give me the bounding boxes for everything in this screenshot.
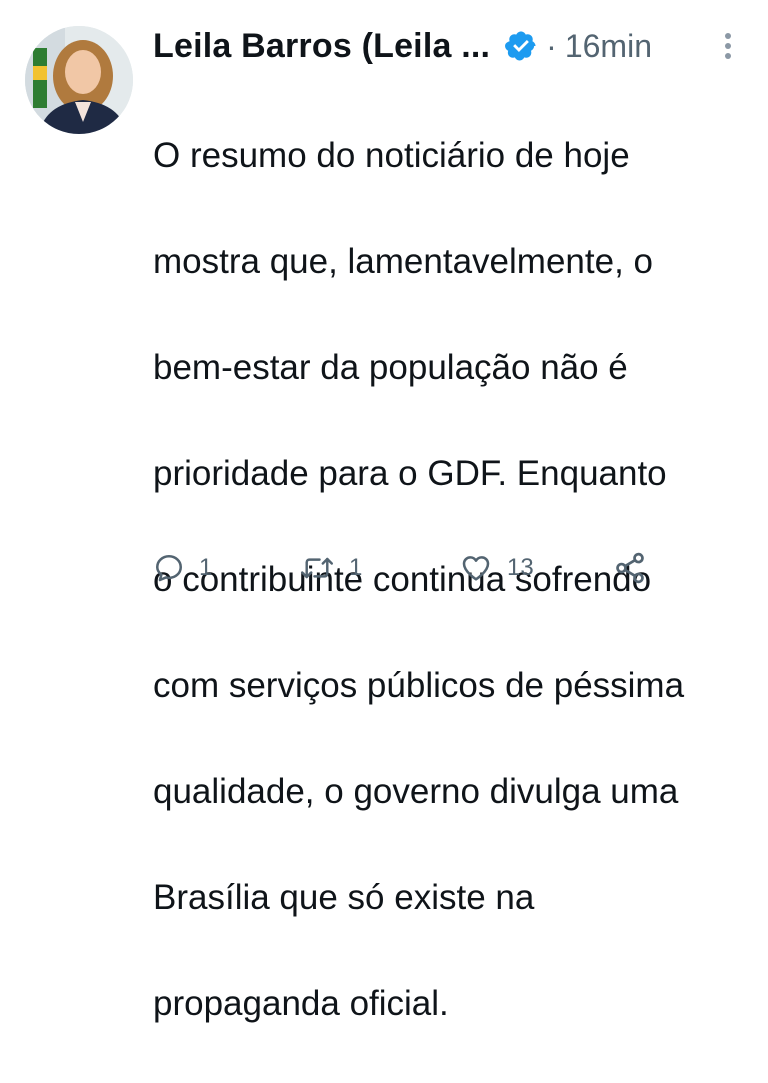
verified-badge-icon [504, 29, 538, 63]
tweet-text-line: propaganda oficial. [153, 984, 449, 1023]
avatar-photo [25, 26, 133, 134]
tweet-text-line: com serviços públicos de péssima [153, 666, 685, 705]
share-icon [613, 551, 647, 585]
heart-icon [459, 552, 493, 584]
reply-button[interactable]: 1 [153, 546, 212, 590]
tweet-text-line: qualidade, o governo divulga uma [153, 772, 679, 811]
more-options-icon[interactable] [718, 28, 738, 64]
like-count: 13 [507, 554, 534, 581]
reply-count: 1 [199, 554, 213, 581]
tweet-actions: 1 1 13 [153, 546, 713, 590]
tweet-text-line: mostra que, lamentavelmente, o [153, 242, 653, 281]
tweet-timestamp[interactable]: 16min [565, 28, 652, 65]
tweet-text-line: bem-estar da população não é [153, 348, 628, 387]
like-button[interactable]: 13 [459, 546, 534, 590]
tweet-header: Leila Barros (Leila ... · 16min [153, 20, 743, 72]
reply-icon [153, 552, 185, 584]
tweet-text-line: O resumo do noticiário de hoje [153, 136, 630, 175]
share-button[interactable] [613, 546, 647, 590]
avatar[interactable] [25, 26, 133, 134]
tweet[interactable]: Leila Barros (Leila ... · 16min O resumo… [0, 0, 768, 1023]
tweet-text-line: prioridade para o GDF. Enquanto [153, 454, 667, 493]
retweet-count: 1 [349, 554, 363, 581]
retweet-icon [299, 552, 335, 584]
author-display-name[interactable]: Leila Barros (Leila ... [153, 27, 490, 66]
header-separator: · [546, 27, 557, 64]
tweet-text-line: Brasília que só existe na [153, 878, 535, 917]
retweet-button[interactable]: 1 [299, 546, 362, 590]
